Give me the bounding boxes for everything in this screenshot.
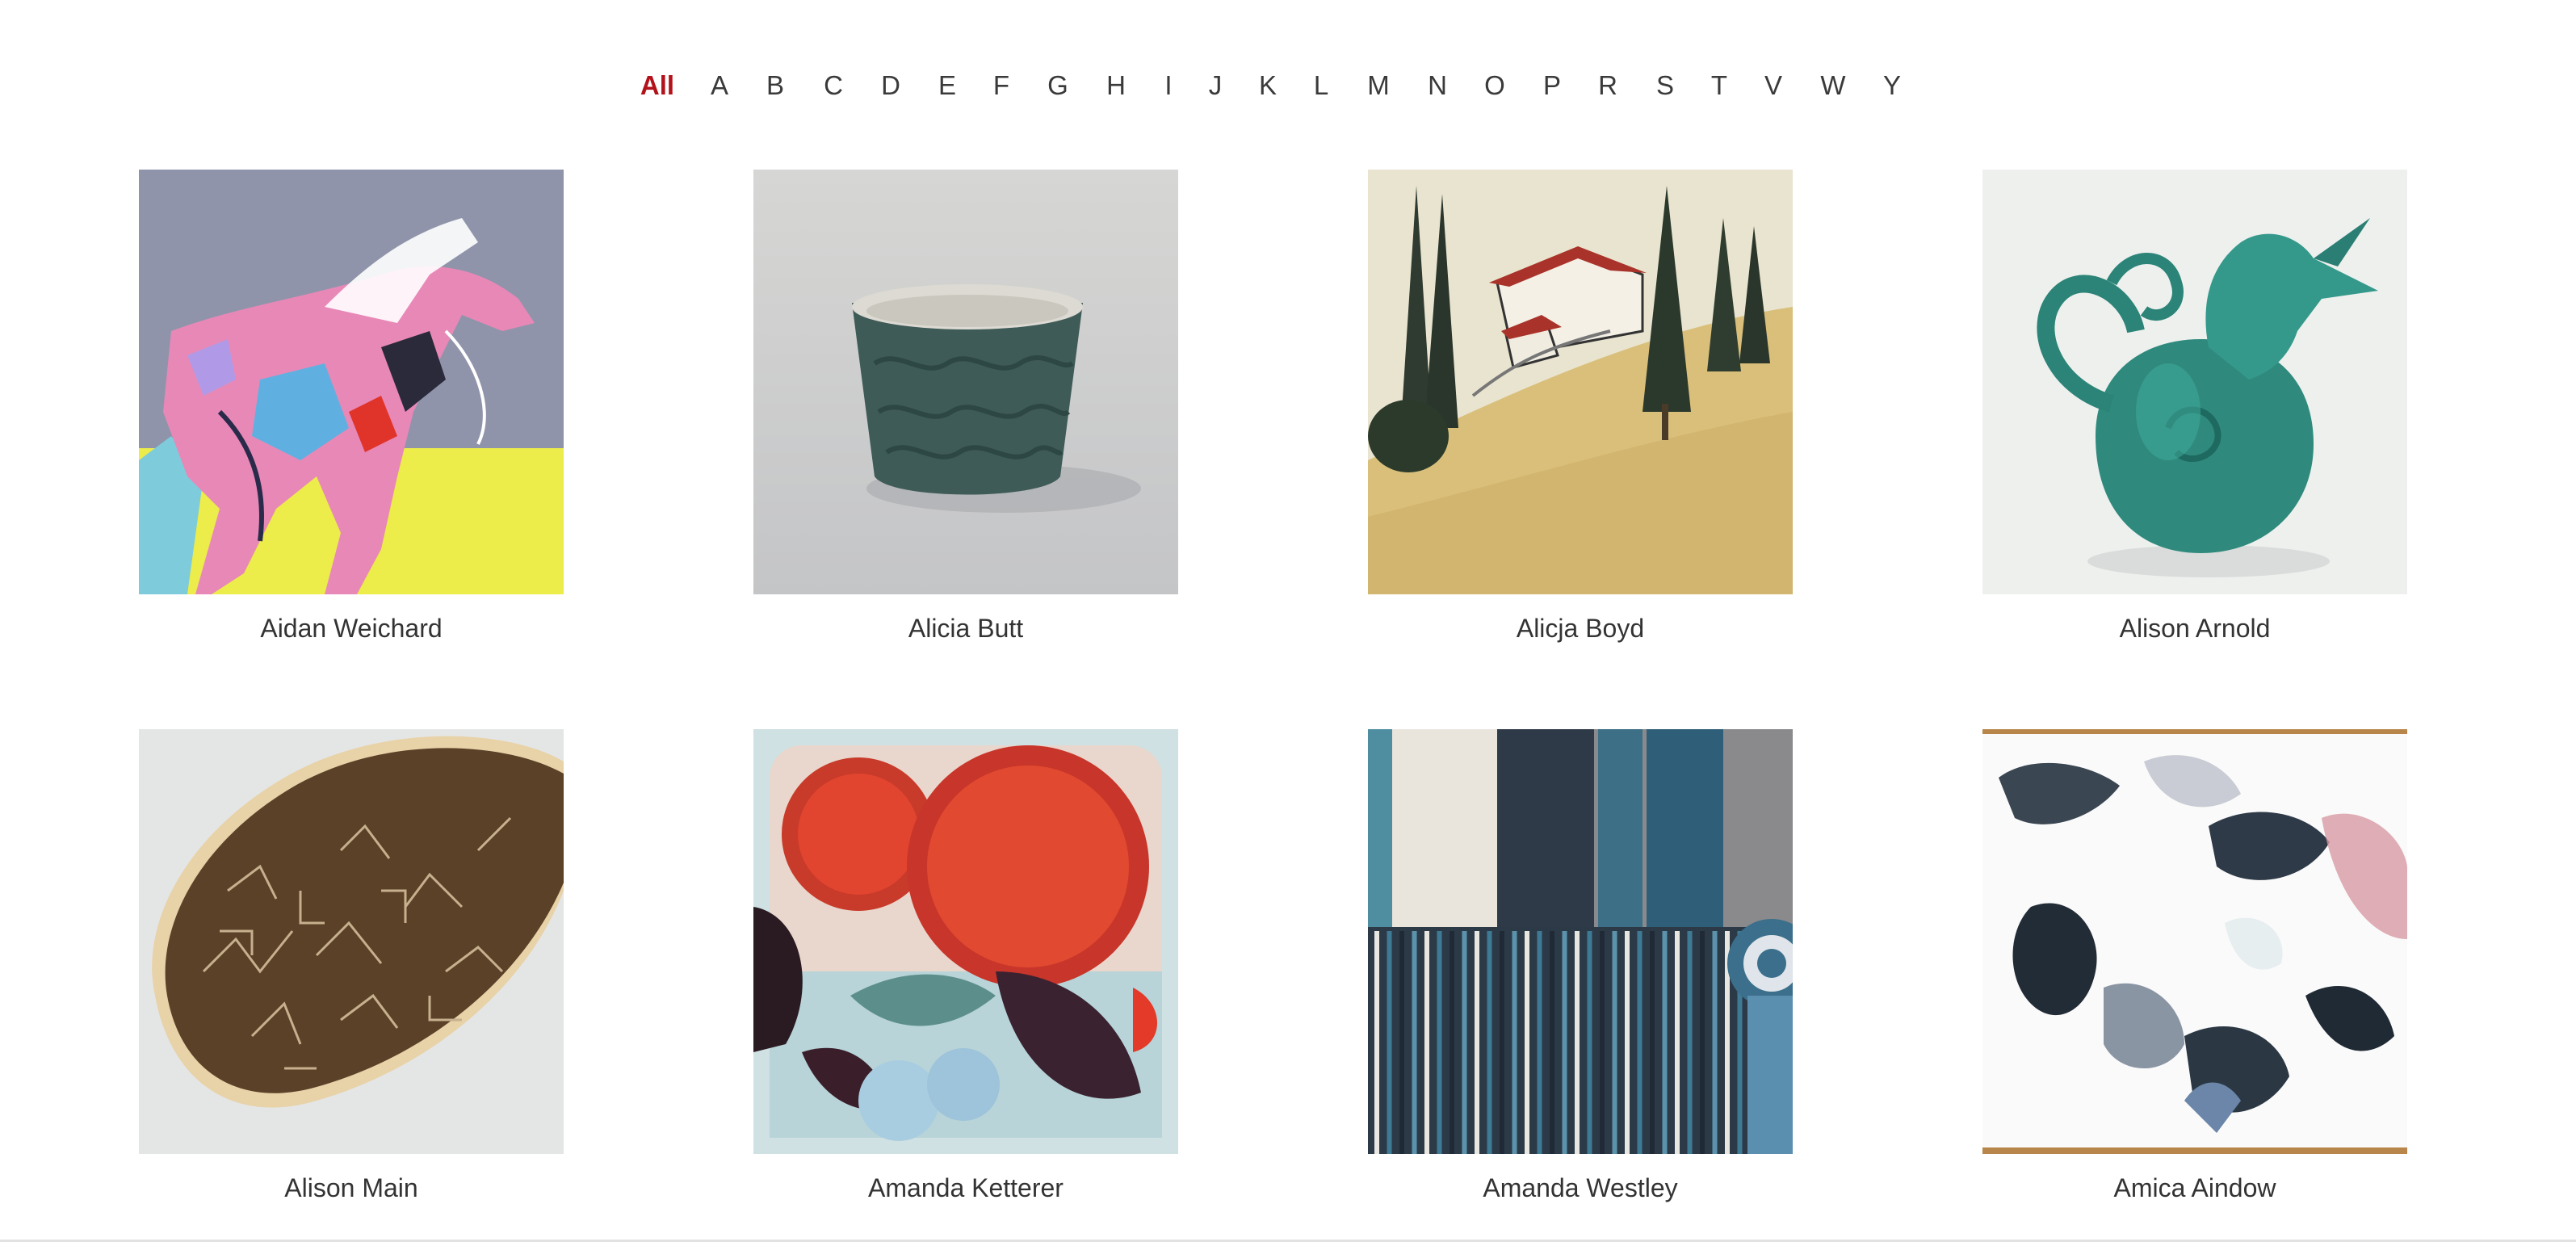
textile-stripe <box>1462 931 1467 1154</box>
artwork-image[interactable] <box>753 729 1178 1154</box>
textile-stripe <box>1587 931 1592 1154</box>
textile-stripe <box>1712 931 1718 1154</box>
textile-stripe <box>1550 931 1554 1154</box>
artwork-image[interactable] <box>1368 729 1793 1154</box>
filter-k[interactable]: K <box>1259 63 1277 108</box>
artwork-image[interactable] <box>1982 729 2407 1154</box>
artist-name[interactable]: Alicja Boyd <box>1368 612 1793 644</box>
artist-card[interactable]: Aidan Weichard <box>139 170 564 644</box>
bird-jug-image <box>1982 170 2407 594</box>
textile-stripe <box>1662 931 1668 1154</box>
filter-p[interactable]: P <box>1543 63 1561 108</box>
filter-y[interactable]: Y <box>1883 63 1901 108</box>
artist-name[interactable]: Alicia Butt <box>753 612 1178 644</box>
artist-card[interactable]: Alicia Butt <box>753 170 1178 644</box>
artwork-image[interactable] <box>753 170 1178 594</box>
textile-stripe <box>1487 931 1492 1154</box>
artist-card[interactable]: Amica Aindow <box>1982 729 2407 1204</box>
textile-stripe <box>1562 931 1567 1154</box>
textile-stripe <box>1687 931 1693 1154</box>
red-flowers-painting-image <box>753 729 1178 1154</box>
filter-v[interactable]: V <box>1764 63 1782 108</box>
artist-card[interactable]: Alison Main <box>139 729 564 1204</box>
textile-stripe <box>1412 931 1417 1154</box>
filter-f[interactable]: F <box>993 63 1009 108</box>
textile-stripe <box>1424 931 1429 1154</box>
filter-t[interactable]: T <box>1711 63 1727 108</box>
filter-d[interactable]: D <box>881 63 900 108</box>
textile-stripe <box>1612 931 1617 1154</box>
filter-r[interactable]: R <box>1598 63 1617 108</box>
filter-m[interactable]: M <box>1367 63 1390 108</box>
textile-stripe <box>1399 931 1404 1154</box>
filter-all[interactable]: All <box>640 63 674 108</box>
ink-abstract-image <box>1982 729 2407 1154</box>
textile-stripe <box>1700 931 1705 1154</box>
textile-stripe <box>1675 931 1680 1154</box>
filter-n[interactable]: N <box>1428 63 1447 108</box>
artist-name[interactable]: Amanda Ketterer <box>753 1172 1178 1204</box>
textile-stripe <box>1625 931 1630 1154</box>
artwork-image[interactable] <box>1368 170 1793 594</box>
textile-stripe <box>1525 931 1529 1154</box>
textile-stripe <box>1374 931 1379 1154</box>
filter-l[interactable]: L <box>1314 63 1328 108</box>
ceramic-cup-image <box>753 170 1178 594</box>
artist-card[interactable]: Alison Arnold <box>1982 170 2407 644</box>
artist-name[interactable]: Aidan Weichard <box>139 612 564 644</box>
textile-stripe <box>1637 931 1643 1154</box>
filter-g[interactable]: G <box>1047 63 1068 108</box>
footer-divider <box>0 1240 2576 1242</box>
filter-o[interactable]: O <box>1484 63 1505 108</box>
alphabet-filter: All A B C D E F G H I J K L M N O P R S … <box>622 63 1914 108</box>
filter-a[interactable]: A <box>711 63 728 108</box>
filter-c[interactable]: C <box>824 63 843 108</box>
textile-stripe <box>1650 931 1655 1154</box>
tuscan-landscape-image <box>1368 170 1793 594</box>
woven-textile-image <box>1368 729 1793 1154</box>
textile-stripe <box>1537 931 1542 1154</box>
textile-stripe <box>1500 931 1504 1154</box>
textile-stripe <box>1575 931 1580 1154</box>
artwork-image[interactable] <box>139 729 564 1154</box>
artist-card[interactable]: Amanda Ketterer <box>753 729 1178 1204</box>
artwork-image[interactable] <box>1982 170 2407 594</box>
artist-name[interactable]: Alison Arnold <box>1982 612 2407 644</box>
horse-painting-image <box>139 170 564 594</box>
textile-stripe <box>1387 931 1392 1154</box>
filter-i[interactable]: I <box>1164 63 1172 108</box>
textile-stripe <box>1600 931 1605 1154</box>
artist-name[interactable]: Alison Main <box>139 1172 564 1204</box>
artwork-image[interactable] <box>139 170 564 594</box>
artist-name[interactable]: Amanda Westley <box>1368 1172 1793 1204</box>
artist-card[interactable]: Alicja Boyd <box>1368 170 1793 644</box>
brown-platter-image <box>139 729 564 1154</box>
filter-j[interactable]: J <box>1209 63 1223 108</box>
filter-w[interactable]: W <box>1820 63 1845 108</box>
artist-name[interactable]: Amica Aindow <box>1982 1172 2407 1204</box>
textile-stripe <box>1512 931 1517 1154</box>
artist-card[interactable]: Amanda Westley <box>1368 729 1793 1204</box>
filter-b[interactable]: B <box>766 63 784 108</box>
textile-stripe <box>1475 931 1479 1154</box>
artists-page: All A B C D E F G H I J K L M N O P R S … <box>0 0 2576 1246</box>
filter-s[interactable]: S <box>1656 63 1674 108</box>
textile-stripe <box>1437 931 1442 1154</box>
filter-e[interactable]: E <box>938 63 956 108</box>
filter-h[interactable]: H <box>1106 63 1126 108</box>
textile-stripe <box>1450 931 1454 1154</box>
